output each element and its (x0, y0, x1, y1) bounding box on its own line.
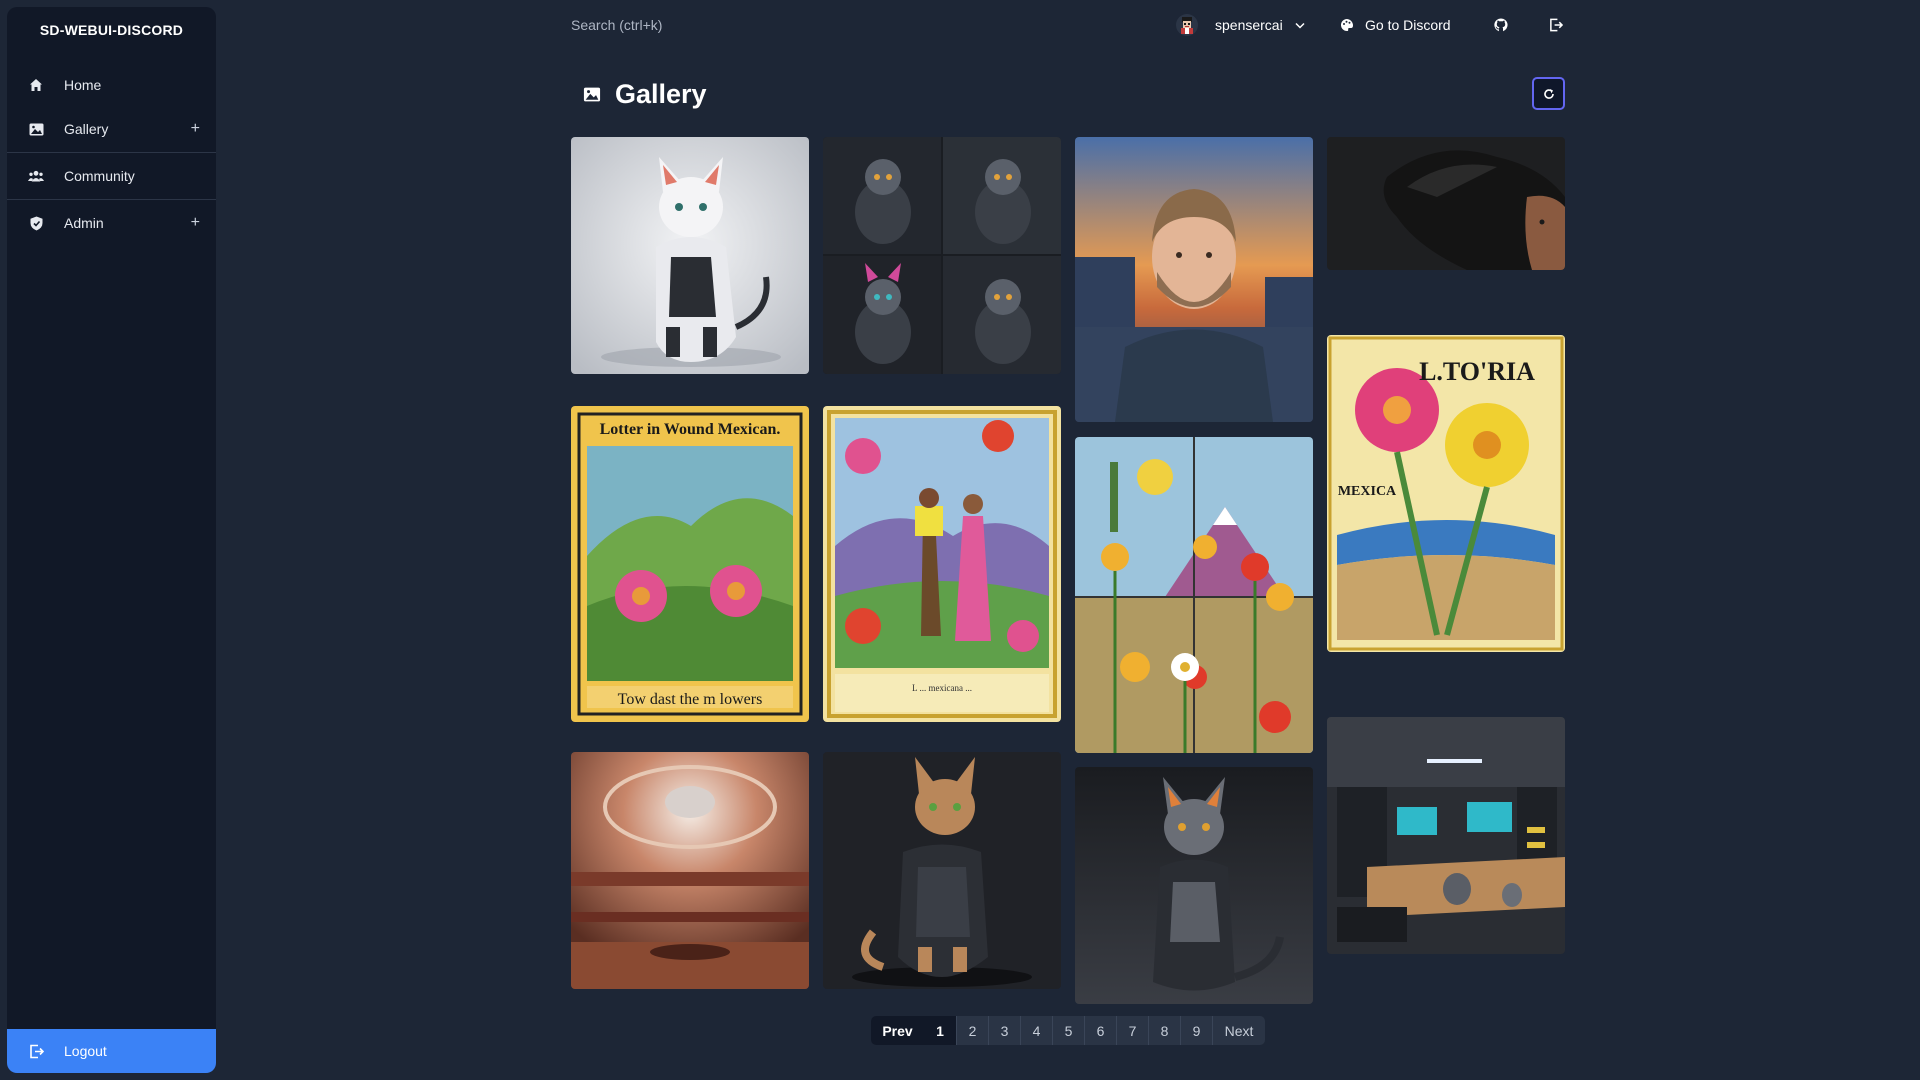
sidebar-item-gallery[interactable]: Gallery + (7, 107, 216, 151)
gallery-image[interactable] (1075, 437, 1313, 753)
gallery-image[interactable] (571, 137, 809, 374)
gallery-image[interactable] (1075, 137, 1313, 422)
sidebar-item-label: Home (64, 77, 102, 93)
brand-title: SD-WEBUI-DISCORD (39, 22, 184, 38)
refresh-button[interactable] (1532, 77, 1565, 110)
avatar (1176, 14, 1198, 36)
gallery-image[interactable] (1327, 717, 1565, 954)
home-icon (28, 77, 44, 93)
expand-plus-icon[interactable]: + (191, 215, 200, 231)
image-icon (28, 121, 44, 137)
divider (7, 199, 216, 200)
image-caption-bottom: Tow dast the m lowers (618, 691, 763, 708)
pagination: Prev 1 2 3 4 5 6 7 8 9 Next (871, 1016, 1265, 1045)
sidebar-item-community[interactable]: Community (7, 154, 216, 198)
topbar: spensercai Go to Discord (571, 0, 1565, 50)
expand-plus-icon[interactable]: + (191, 121, 200, 137)
image-caption-bottom: L ... mexicana ... (912, 683, 972, 693)
palette-icon (1340, 18, 1354, 32)
username: spensercai (1215, 17, 1283, 33)
logout-icon[interactable] (1547, 16, 1565, 34)
page-title: Gallery (615, 78, 707, 109)
sidebar-item-label: Admin (64, 215, 104, 231)
logout-icon (28, 1043, 44, 1059)
discord-label: Go to Discord (1365, 17, 1451, 33)
page-button[interactable]: 5 (1052, 1016, 1084, 1045)
gallery-image[interactable] (1327, 137, 1565, 270)
prev-page-button[interactable]: Prev (871, 1016, 924, 1045)
sidebar-item-label: Gallery (64, 121, 109, 137)
gallery-image[interactable] (823, 752, 1061, 989)
search-input[interactable] (571, 13, 911, 37)
image-caption-top: Lotter in Wound Mexican. (600, 421, 781, 438)
github-icon[interactable] (1492, 16, 1510, 34)
gallery-image[interactable]: L ... mexicana ... (823, 406, 1061, 722)
refresh-icon (1543, 88, 1555, 100)
page-button[interactable]: 1 (924, 1016, 956, 1045)
gallery-image[interactable]: L.TO'RIA MEXICA (1327, 335, 1565, 652)
page-button[interactable]: 8 (1148, 1016, 1180, 1045)
user-menu[interactable]: spensercai (1176, 12, 1305, 38)
gallery-image[interactable] (1075, 767, 1313, 1004)
image-caption-top: L.TO'RIA (1419, 357, 1535, 386)
logout-button[interactable]: Logout (7, 1029, 216, 1073)
image-icon (583, 87, 601, 102)
sidebar-item-admin[interactable]: Admin + (7, 201, 216, 245)
image-caption-side: MEXICA (1338, 484, 1397, 499)
page-button[interactable]: 6 (1084, 1016, 1116, 1045)
chevron-down-icon (1295, 22, 1305, 29)
gallery-header: Gallery (583, 74, 707, 114)
page-button[interactable]: 2 (956, 1016, 988, 1045)
page-button[interactable]: 7 (1116, 1016, 1148, 1045)
gallery-image[interactable]: Tow dast the m lowers Lotter in Wound Me… (571, 406, 809, 722)
page-button[interactable]: 9 (1180, 1016, 1212, 1045)
sidebar-item-home[interactable]: Home (7, 63, 216, 107)
gallery-image[interactable] (823, 137, 1061, 374)
users-icon (28, 168, 44, 184)
sidebar-item-label: Community (64, 168, 135, 184)
logout-label: Logout (64, 1043, 107, 1059)
sidebar: SD-WEBUI-DISCORD Home Gallery + Communit… (7, 7, 216, 1073)
divider (7, 152, 216, 153)
next-page-button[interactable]: Next (1212, 1016, 1265, 1045)
go-to-discord-link[interactable]: Go to Discord (1340, 12, 1451, 38)
shield-icon (28, 215, 44, 231)
page-button[interactable]: 4 (1020, 1016, 1052, 1045)
gallery-image[interactable] (571, 752, 809, 989)
page-button[interactable]: 3 (988, 1016, 1020, 1045)
